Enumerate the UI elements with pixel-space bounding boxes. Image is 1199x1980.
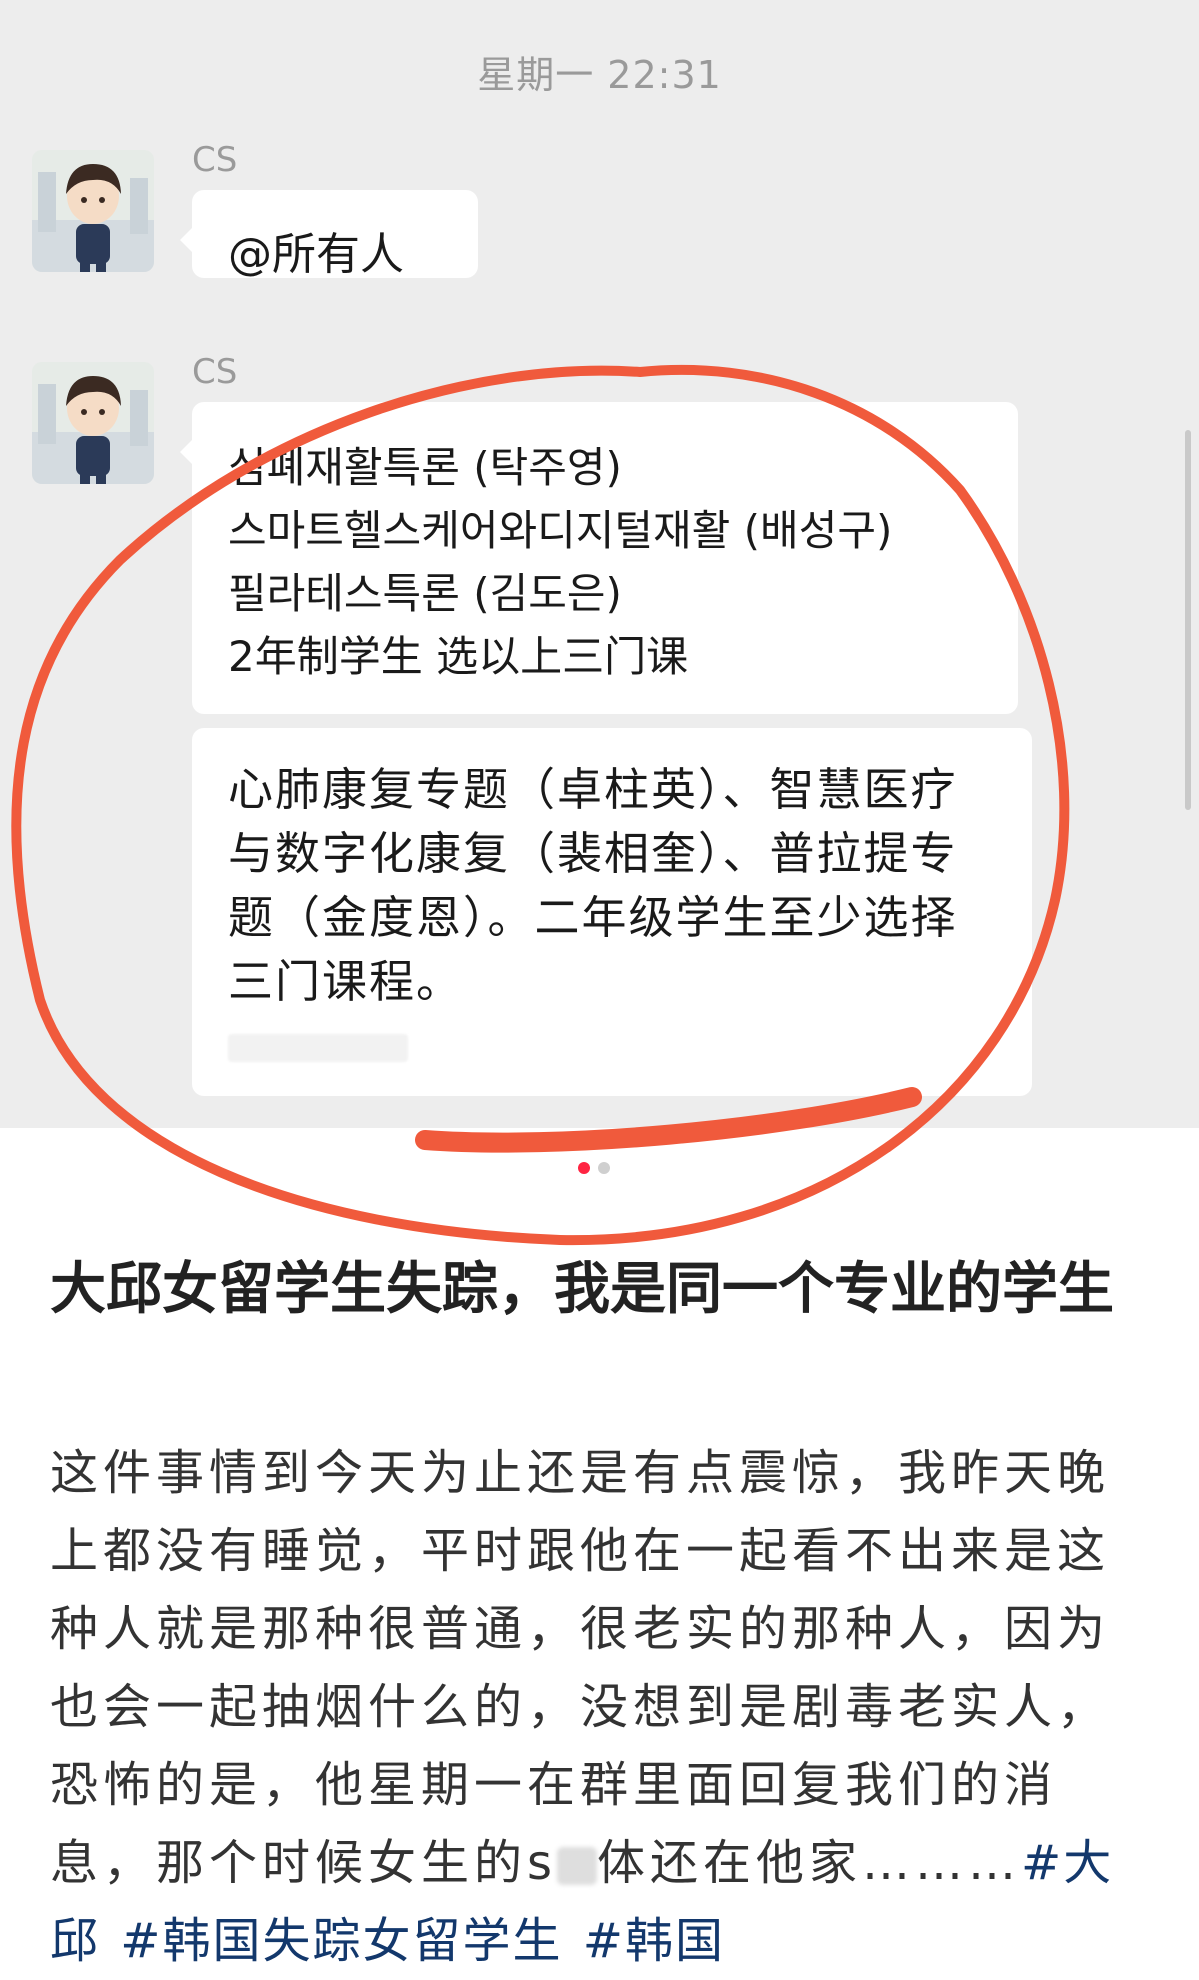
bubble-tail bbox=[180, 440, 192, 464]
sender-name: CS bbox=[192, 140, 238, 180]
post-body-text: 这件事情到今天为止还是有点震惊，我昨天晚上都没有睡觉，平时跟他在一起看不出来是这… bbox=[50, 1445, 1111, 1891]
message-text: @所有人 bbox=[228, 229, 404, 280]
blurred-caption bbox=[228, 1034, 408, 1062]
carousel-dot[interactable] bbox=[598, 1162, 610, 1174]
post-title: 大邱女留学生失踪，我是同一个专业的学生 bbox=[50, 1257, 1114, 1322]
avatar[interactable] bbox=[32, 150, 154, 272]
bubble-tail bbox=[180, 228, 192, 252]
message-bubble[interactable]: 심폐재활특론 (탁주영) 스마트헬스케어와디지털재활 (배성구) 필라테스특론 … bbox=[180, 402, 1018, 714]
translation-bubble[interactable]: 心肺康复专题（卓柱英）、智慧医疗与数字化康复（裴相奎）、普拉提专题（金度恩）。二… bbox=[192, 728, 1032, 1096]
sender-name: CS bbox=[192, 352, 238, 392]
hashtag-link[interactable]: #韩国失踪女留学生 bbox=[120, 1913, 562, 1969]
chat-screenshot: 星期一 22:31 CS @所有人 CS 심폐재활특론 (탁주영) 스마트헬스케… bbox=[0, 0, 1199, 1128]
message-bubble[interactable]: @所有人 bbox=[180, 190, 478, 280]
scrollbar[interactable] bbox=[1185, 430, 1191, 810]
carousel-indicator bbox=[578, 1162, 610, 1174]
redaction-mask bbox=[557, 1847, 598, 1885]
post-body: 这件事情到今天为止还是有点震惊，我昨天晚上都没有睡觉，平时跟他在一起看不出来是这… bbox=[50, 1434, 1160, 1980]
message-text: 심폐재활특론 (탁주영) 스마트헬스케어와디지털재활 (배성구) 필라테스특론 … bbox=[228, 443, 893, 681]
chat-timestamp: 星期一 22:31 bbox=[477, 53, 722, 97]
post-body-text: 体还在他家……… bbox=[597, 1835, 1022, 1891]
message-text: 心肺康复专题（卓柱英）、智慧医疗与数字化康复（裴相奎）、普拉提专题（金度恩）。二… bbox=[228, 763, 958, 1008]
avatar[interactable] bbox=[32, 362, 154, 484]
carousel-dot-active[interactable] bbox=[578, 1162, 590, 1174]
hashtag-link[interactable]: #韩国 bbox=[583, 1913, 725, 1969]
